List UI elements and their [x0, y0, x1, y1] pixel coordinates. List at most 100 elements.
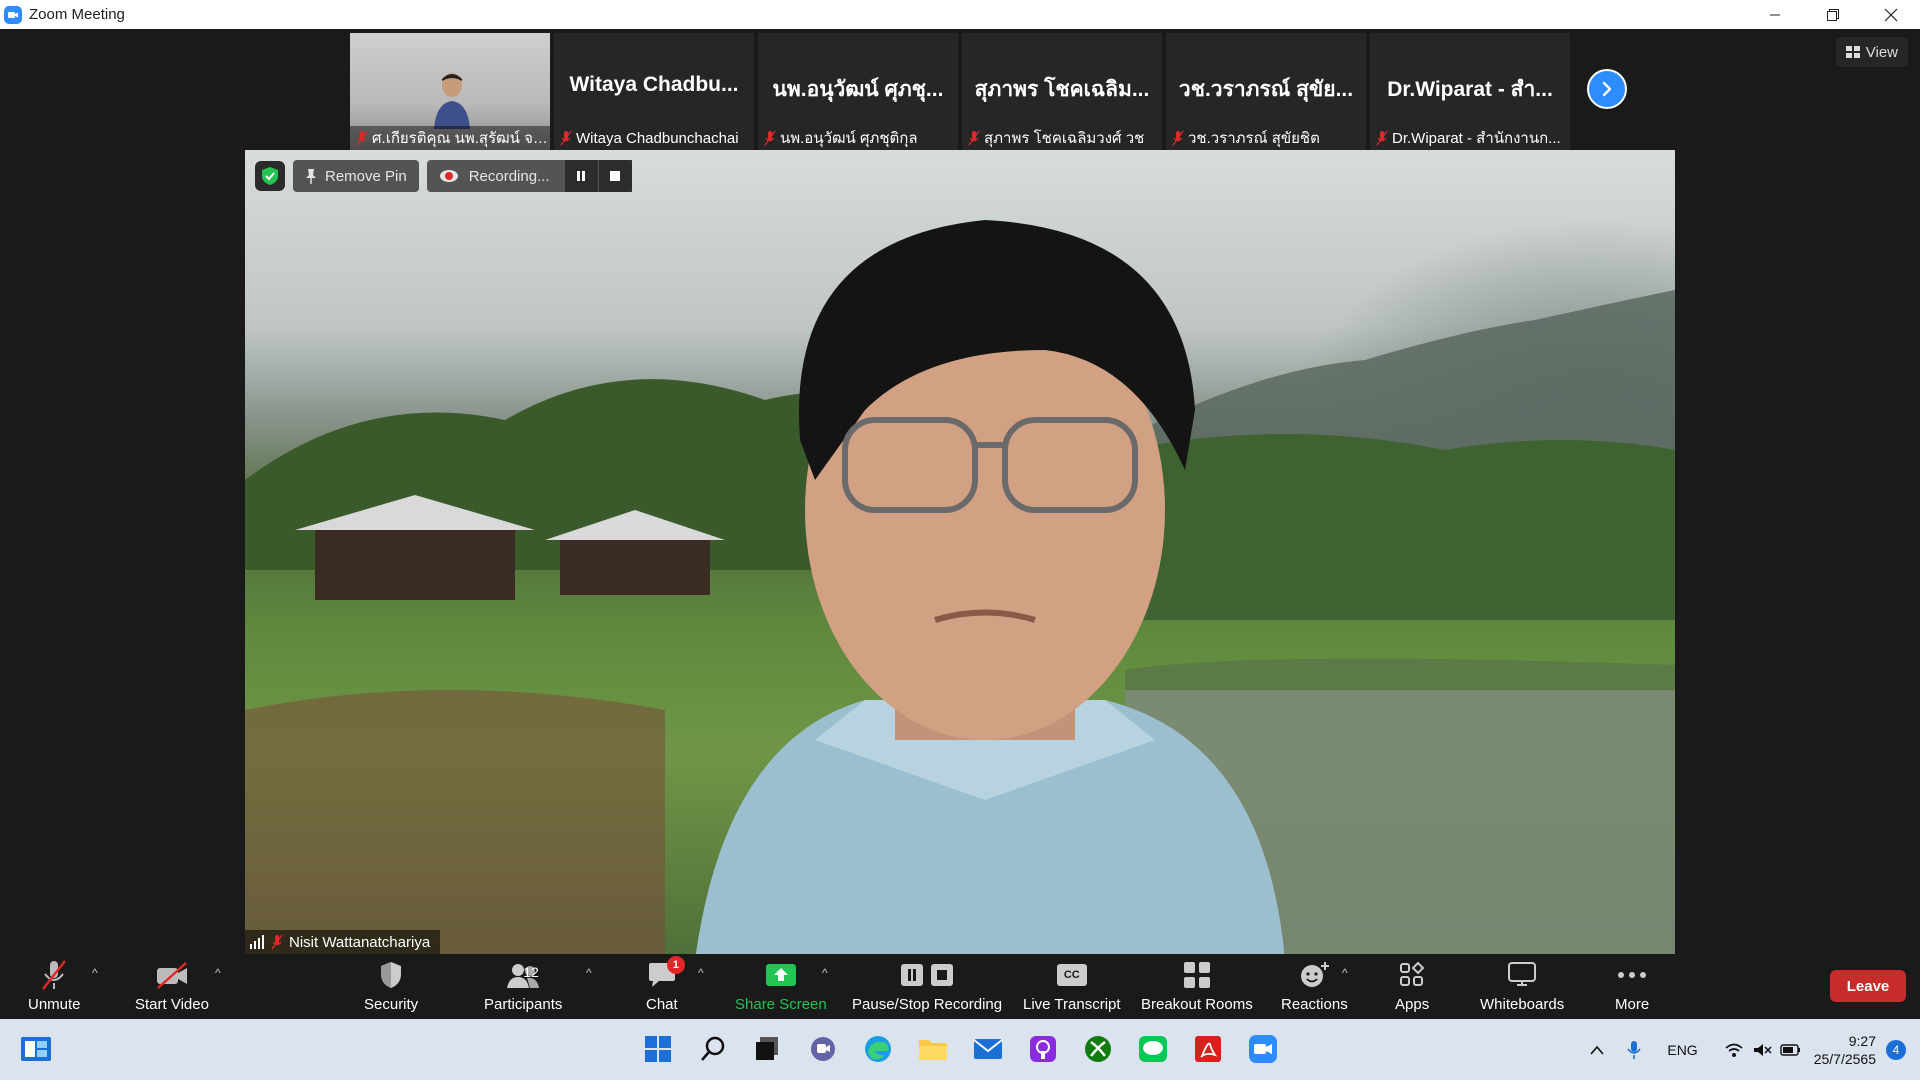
task-view-icon[interactable]: [749, 1031, 785, 1067]
more-button[interactable]: More: [1615, 958, 1649, 1013]
participant-name: วช.วราภรณ์ สุขัยชิต: [1188, 130, 1320, 147]
leave-button[interactable]: Leave: [1830, 970, 1906, 1002]
minimize-button[interactable]: [1746, 0, 1804, 29]
recording-indicator: Recording...: [426, 160, 632, 192]
title-bar: Zoom Meeting: [0, 0, 1920, 29]
share-options-caret[interactable]: ^: [822, 966, 828, 980]
next-page-button[interactable]: [1587, 69, 1627, 109]
chat-options-caret[interactable]: ^: [698, 966, 704, 980]
clock[interactable]: 9:27 25/7/2565: [1814, 1032, 1876, 1068]
battery-icon[interactable]: [1780, 1042, 1802, 1058]
whiteboards-button[interactable]: Whiteboards: [1480, 958, 1564, 1013]
zoom-taskbar-icon[interactable]: [1245, 1031, 1281, 1067]
clock-date: 25/7/2565: [1813, 1050, 1876, 1067]
podcasts-app-icon[interactable]: [1025, 1031, 1061, 1067]
apps-button[interactable]: Apps: [1395, 958, 1429, 1013]
signal-strength-icon: [250, 935, 264, 949]
participant-tile[interactable]: Witaya Chadbu... Witaya Chadbunchachai: [554, 33, 754, 150]
widgets-icon[interactable]: [18, 1031, 54, 1067]
reactions-button[interactable]: Reactions: [1281, 958, 1348, 1013]
speaker-name: Nisit Wattanatchariya: [289, 933, 431, 951]
zoom-app-icon: [4, 5, 22, 24]
restore-button[interactable]: [1804, 0, 1862, 29]
participants-button[interactable]: 12 Participants: [484, 958, 562, 1013]
meeting-area: ศ.เกียรติคุณ นพ.สุรัฒน์ จริ... Witaya Ch…: [0, 29, 1920, 954]
participants-options-caret[interactable]: ^: [586, 966, 592, 980]
participant-name-bar: สุภาพร โชคเฉลิมวงศ์ วช: [962, 126, 1162, 150]
shield-icon: [381, 962, 402, 988]
search-icon[interactable]: [695, 1031, 731, 1067]
file-explorer-icon[interactable]: [915, 1031, 951, 1067]
gallery-strip: ศ.เกียรติคุณ นพ.สุรัฒน์ จริ... Witaya Ch…: [350, 33, 1570, 150]
encryption-badge[interactable]: [255, 161, 285, 191]
shield-check-icon: [262, 167, 278, 185]
chevron-right-icon: [1602, 81, 1612, 97]
taskbar: ENG 9:27 25/7/2565 4: [0, 1019, 1920, 1080]
participants-count: 12: [523, 964, 539, 980]
muted-mic-icon: [356, 130, 368, 146]
participant-name: นพ.อนุวัฒน์ ศุภชุติกุล: [780, 130, 918, 147]
remove-pin-button[interactable]: Remove Pin: [293, 160, 419, 192]
reactions-options-caret[interactable]: ^: [1342, 966, 1348, 980]
share-screen-icon: [765, 964, 796, 986]
view-button[interactable]: View: [1835, 37, 1908, 67]
edge-browser-icon[interactable]: [860, 1031, 896, 1067]
participant-tile-self[interactable]: ศ.เกียรติคุณ นพ.สุรัฒน์ จริ...: [350, 33, 550, 150]
muted-mic-icon: [968, 130, 980, 146]
speaker-name-tag: Nisit Wattanatchariya: [245, 930, 441, 954]
more-label: More: [1615, 996, 1650, 1013]
security-button[interactable]: Security: [364, 958, 418, 1013]
participant-tile[interactable]: สุภาพร โชคเฉลิม... สุภาพร โชคเฉลิมวงศ์ ว…: [962, 33, 1162, 150]
muted-mic-icon: [560, 130, 572, 146]
minimize-icon: [1770, 14, 1780, 15]
stop-icon: [610, 171, 621, 181]
apps-label: Apps: [1395, 996, 1430, 1013]
share-screen-label: Share Screen: [735, 996, 827, 1013]
line-app-icon[interactable]: [1135, 1031, 1171, 1067]
chevron-up-icon[interactable]: [1589, 1044, 1605, 1056]
view-label: View: [1865, 43, 1898, 61]
participant-display-name: สุภาพร โชคเฉลิม...: [974, 78, 1150, 101]
participant-tile[interactable]: Dr.Wiparat - สำ... Dr.Wiparat - สำนักงาน…: [1370, 33, 1570, 150]
mail-icon[interactable]: [970, 1031, 1006, 1067]
live-transcript-button[interactable]: CC Live Transcript: [1023, 958, 1121, 1013]
breakout-rooms-label: Breakout Rooms: [1141, 996, 1253, 1013]
notification-count-badge[interactable]: 4: [1886, 1039, 1906, 1060]
participant-tile[interactable]: วช.วราภรณ์ สุขัย... วช.วราภรณ์ สุขัยชิต: [1166, 33, 1366, 150]
microphone-icon[interactable]: [1627, 1040, 1641, 1060]
unmute-button[interactable]: Unmute: [28, 958, 81, 1013]
wifi-icon[interactable]: [1724, 1042, 1744, 1058]
chat-unread-badge: 1: [666, 956, 685, 974]
participant-name: Dr.Wiparat - สำนักงานก...: [1392, 130, 1561, 147]
input-language[interactable]: ENG: [1667, 1042, 1697, 1058]
teams-chat-icon[interactable]: [805, 1031, 841, 1067]
speaker-muted-icon[interactable]: [1752, 1042, 1772, 1058]
participant-name: ศ.เกียรติคุณ นพ.สุรัฒน์ จริ...: [372, 130, 550, 147]
pin-icon: [306, 169, 316, 184]
windows-start-icon[interactable]: [640, 1031, 676, 1067]
clock-time: 9:27: [1848, 1032, 1876, 1049]
xbox-icon[interactable]: [1080, 1031, 1116, 1067]
breakout-rooms-button[interactable]: Breakout Rooms: [1141, 958, 1253, 1013]
close-button[interactable]: [1862, 0, 1920, 29]
audio-options-caret[interactable]: ^: [92, 966, 98, 980]
chat-button[interactable]: 1 Chat: [646, 956, 685, 1013]
adobe-reader-icon[interactable]: [1190, 1031, 1226, 1067]
pause-recording-button[interactable]: [563, 160, 598, 192]
share-screen-button[interactable]: Share Screen: [735, 958, 827, 1013]
main-video[interactable]: Remove Pin Recording... Nisit Wattanatch…: [245, 150, 1675, 954]
remove-pin-label: Remove Pin: [325, 167, 407, 185]
participant-display-name: วช.วราภรณ์ สุขัย...: [1178, 78, 1354, 101]
start-video-button[interactable]: Start Video: [135, 958, 209, 1013]
pause-stop-recording-icon: [901, 964, 954, 986]
participant-tile[interactable]: นพ.อนุวัฒน์ ศุภชุ... นพ.อนุวัฒน์ ศุภชุติ…: [758, 33, 958, 150]
start-video-label: Start Video: [135, 996, 209, 1013]
security-label: Security: [364, 996, 419, 1013]
video-options-caret[interactable]: ^: [215, 966, 221, 980]
pause-stop-recording-button[interactable]: Pause/Stop Recording: [852, 958, 1002, 1013]
window-title: Zoom Meeting: [29, 6, 125, 23]
stop-recording-button[interactable]: [597, 160, 632, 192]
speaker-video: [695, 220, 1285, 954]
system-tray: ENG 9:27 25/7/2565 4: [1589, 1019, 1920, 1080]
muted-mic-icon: [1172, 130, 1184, 146]
